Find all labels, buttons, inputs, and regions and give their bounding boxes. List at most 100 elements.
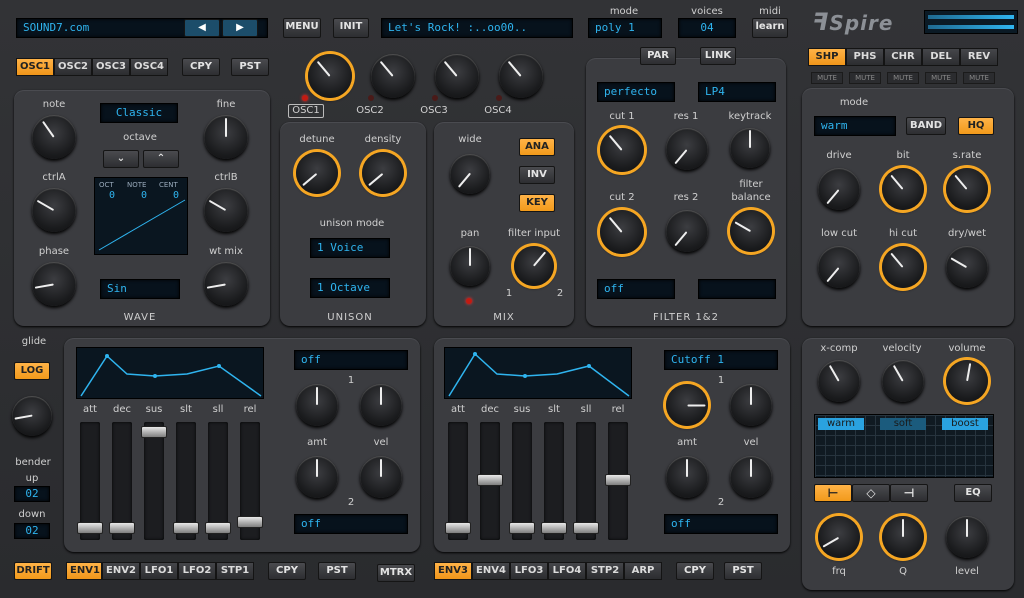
mute-chr[interactable]: MUTE	[887, 72, 919, 84]
unison-voices-select[interactable]: 1 Voice	[310, 238, 390, 258]
band-button[interactable]: BAND	[906, 117, 946, 135]
osc2-select[interactable]: OSC2	[352, 105, 388, 116]
ctrla-knob[interactable]	[32, 188, 76, 232]
wtmix-knob[interactable]	[204, 262, 248, 306]
drywet-knob[interactable]	[946, 246, 988, 288]
env-right-mod1-select[interactable]: Cutoff 1	[664, 350, 778, 370]
env-right-sll-fader[interactable]	[573, 422, 599, 540]
tab-lfo1[interactable]: LFO1	[140, 562, 178, 580]
tab-osc4[interactable]: OSC4	[130, 58, 168, 76]
keytrack-knob[interactable]	[730, 128, 770, 168]
env-left-amt1-knob[interactable]	[296, 384, 338, 426]
env-right-vel1-knob[interactable]	[730, 384, 772, 426]
ctrlb-knob[interactable]	[204, 188, 248, 232]
mtrx-button[interactable]: MTRX	[377, 564, 415, 582]
cut2-knob[interactable]	[600, 210, 644, 254]
osc2-level-knob[interactable]	[371, 54, 415, 98]
tab-osc3[interactable]: OSC3	[92, 58, 130, 76]
eq-highshelf-button[interactable]: ⊣	[890, 484, 928, 502]
glide-log-button[interactable]: LOG	[14, 362, 50, 380]
inv-button[interactable]: INV	[519, 166, 555, 184]
filter1-type-select[interactable]: perfecto	[597, 82, 675, 102]
init-button[interactable]: INIT	[333, 18, 369, 38]
frq-knob[interactable]	[818, 516, 860, 558]
env-left-vel1-knob[interactable]	[360, 384, 402, 426]
env-left-paste-button[interactable]: PST	[318, 562, 356, 580]
glide-knob[interactable]	[12, 396, 52, 436]
boost-toggle[interactable]: boost	[942, 418, 988, 430]
note-knob[interactable]	[32, 115, 76, 159]
res2-knob[interactable]	[666, 210, 708, 252]
env-left-amt2-knob[interactable]	[296, 456, 338, 498]
bit-knob[interactable]	[882, 168, 924, 210]
osc3-select[interactable]: OSC3	[416, 105, 452, 116]
warm-toggle[interactable]: warm	[818, 418, 864, 430]
preset-prev-button[interactable]: ◀	[184, 19, 220, 37]
link-button[interactable]: LINK	[700, 47, 736, 65]
filter2-type-select[interactable]: LP4	[698, 82, 776, 102]
q-knob[interactable]	[882, 516, 924, 558]
volume-knob[interactable]	[946, 360, 988, 402]
env-left-dec-fader[interactable]	[109, 422, 135, 540]
osc-paste-button[interactable]: PST	[231, 58, 269, 76]
tab-stp1[interactable]: STP1	[216, 562, 254, 580]
env-left-copy-button[interactable]: CPY	[268, 562, 306, 580]
hq-button[interactable]: HQ	[958, 117, 994, 135]
preset-next-button[interactable]: ▶	[222, 19, 258, 37]
phase-knob[interactable]	[32, 262, 76, 306]
tab-arp[interactable]: ARP	[624, 562, 662, 580]
env-right-sus-fader[interactable]	[509, 422, 535, 540]
voices-display[interactable]: 04	[678, 18, 736, 38]
balance-knob[interactable]	[730, 210, 772, 252]
env-left-att-fader[interactable]	[77, 422, 103, 540]
xcomp-knob[interactable]	[818, 360, 860, 402]
osc1-select[interactable]: OSC1	[288, 104, 324, 118]
env-right-vel2-knob[interactable]	[730, 456, 772, 498]
drive-knob[interactable]	[818, 168, 860, 210]
srate-knob[interactable]	[946, 168, 988, 210]
env-right-paste-button[interactable]: PST	[724, 562, 762, 580]
filter-mod2-select[interactable]	[698, 279, 776, 299]
bender-down-value[interactable]: 02	[14, 523, 50, 539]
osc4-select[interactable]: OSC4	[480, 105, 516, 116]
tab-env2[interactable]: ENV2	[102, 562, 140, 580]
mute-shp[interactable]: MUTE	[811, 72, 843, 84]
patch-display[interactable]: Let's Rock! :..oo00..	[381, 18, 573, 38]
key-button[interactable]: KEY	[519, 194, 555, 212]
tab-lfo3[interactable]: LFO3	[510, 562, 548, 580]
tab-stp2[interactable]: STP2	[586, 562, 624, 580]
env-left-sll-fader[interactable]	[205, 422, 231, 540]
tab-del[interactable]: DEL	[922, 48, 960, 66]
tab-chr[interactable]: CHR	[884, 48, 922, 66]
env-right-copy-button[interactable]: CPY	[676, 562, 714, 580]
osc1-level-knob[interactable]	[308, 54, 352, 98]
env-right-slt-fader[interactable]	[541, 422, 567, 540]
res1-knob[interactable]	[666, 128, 708, 170]
mute-del[interactable]: MUTE	[925, 72, 957, 84]
fine-knob[interactable]	[204, 115, 248, 159]
env-left-slt-fader[interactable]	[173, 422, 199, 540]
hicut-knob[interactable]	[882, 246, 924, 288]
tab-shp[interactable]: SHP	[808, 48, 846, 66]
pan-knob[interactable]	[450, 246, 490, 286]
tab-osc2[interactable]: OSC2	[54, 58, 92, 76]
env-right-amt1-knob[interactable]	[666, 384, 708, 426]
ana-button[interactable]: ANA	[519, 138, 555, 156]
env-left-mod2-select[interactable]: off	[294, 514, 408, 534]
filter-mod-select[interactable]: off	[597, 279, 675, 299]
osc-mode-select[interactable]: Classic	[100, 103, 178, 123]
mode-select[interactable]: poly 1	[588, 18, 662, 38]
density-knob[interactable]	[362, 152, 404, 194]
eq-peak-button[interactable]: ◇	[852, 484, 890, 502]
tab-env3[interactable]: ENV3	[434, 562, 472, 580]
osc-copy-button[interactable]: CPY	[182, 58, 220, 76]
env-left-vel2-knob[interactable]	[360, 456, 402, 498]
octave-down-button[interactable]: ⌄	[103, 150, 139, 168]
eq-lowshelf-button[interactable]: ⊢	[814, 484, 852, 502]
unison-octave-select[interactable]: 1 Octave	[310, 278, 390, 298]
env-right-rel-fader[interactable]	[605, 422, 631, 540]
lowcut-knob[interactable]	[818, 246, 860, 288]
midi-learn-button[interactable]: learn	[752, 18, 788, 38]
cut1-knob[interactable]	[600, 128, 644, 172]
mute-phs[interactable]: MUTE	[849, 72, 881, 84]
